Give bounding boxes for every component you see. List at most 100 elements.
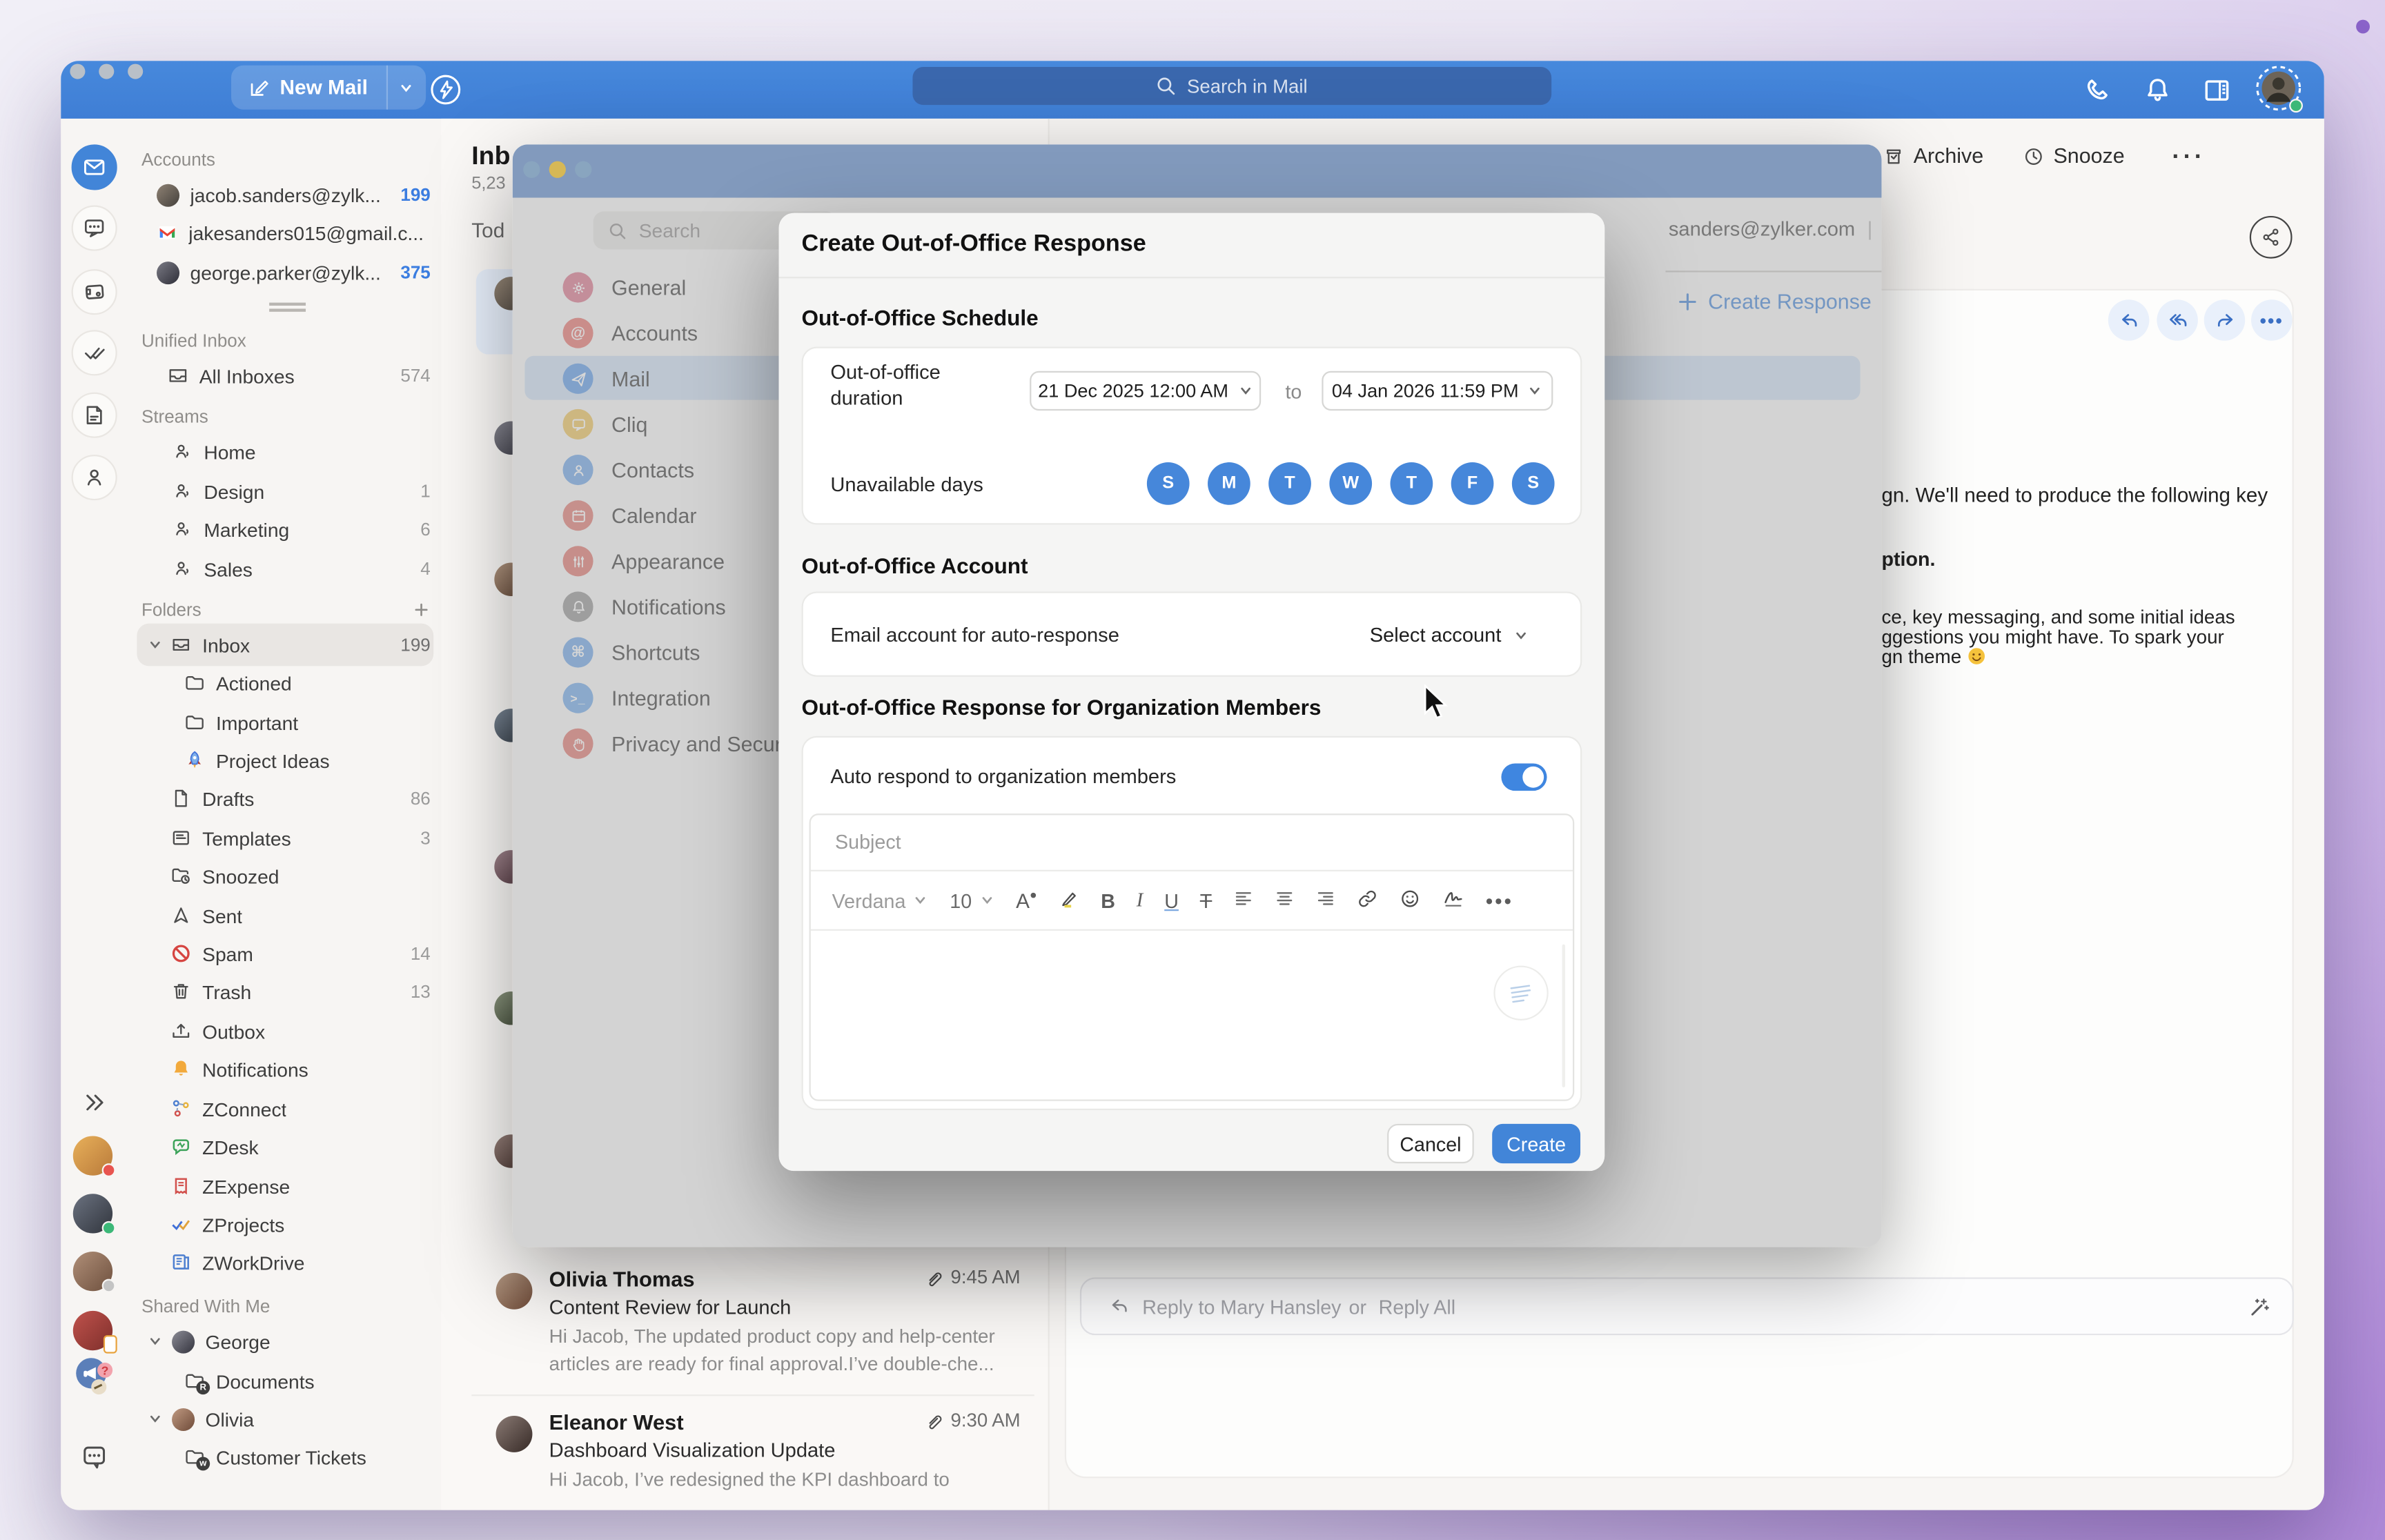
zdesk-icon bbox=[170, 1136, 192, 1157]
desktop-wallpaper: New Mail Search in Mail bbox=[0, 0, 2385, 1540]
sidebar-stream-home[interactable]: Home bbox=[134, 433, 441, 470]
zexpense-icon bbox=[170, 1176, 192, 1197]
sidebar-folder-snoozed[interactable]: Snoozed bbox=[134, 858, 441, 894]
bold-icon[interactable]: B bbox=[1101, 889, 1115, 911]
chevron-down-icon[interactable] bbox=[148, 1334, 163, 1349]
rail-mail-tab[interactable] bbox=[72, 144, 117, 190]
emoji-icon[interactable] bbox=[1399, 887, 1420, 913]
status-busy-dot bbox=[102, 1163, 116, 1177]
email-subject: Content Review for Launch bbox=[549, 1296, 792, 1319]
sidebar-folder-notifications[interactable]: Notifications bbox=[134, 1051, 441, 1087]
day-toggle-monday[interactable]: M bbox=[1208, 462, 1250, 505]
day-toggle-sunday[interactable]: S bbox=[1147, 462, 1190, 505]
sidebar-shared-george[interactable]: George bbox=[134, 1323, 441, 1360]
response-editor: Verdana 10 A● B I U T ••• bbox=[809, 813, 1575, 1101]
duration-label: Out-of-office bbox=[830, 360, 940, 383]
rail-notes-tab[interactable] bbox=[72, 393, 117, 438]
sidebar-folder-zprojects[interactable]: ZProjects bbox=[134, 1206, 441, 1243]
italic-icon[interactable]: I bbox=[1137, 888, 1144, 912]
sidebar-folder-drafts[interactable]: Drafts 86 bbox=[134, 780, 441, 817]
cancel-button[interactable]: Cancel bbox=[1387, 1124, 1474, 1163]
sidebar-resize-handle[interactable] bbox=[134, 298, 441, 316]
folders-section-label: Folders bbox=[134, 591, 441, 628]
sidebar-item-all-inboxes[interactable]: All Inboxes 574 bbox=[134, 357, 441, 394]
contact-avatar-1[interactable] bbox=[73, 1136, 112, 1175]
underline-icon[interactable]: U bbox=[1164, 889, 1179, 911]
announcements-button[interactable]: ? bbox=[73, 1356, 116, 1396]
sidebar-shared-customer-tickets[interactable]: W Customer Tickets bbox=[134, 1439, 441, 1475]
sidebar-account-gmail[interactable]: jakesanders015@gmail.c... bbox=[134, 215, 441, 251]
contact-avatar-4[interactable] bbox=[73, 1311, 112, 1350]
day-toggle-wednesday[interactable]: W bbox=[1329, 462, 1372, 505]
zconnect-icon bbox=[170, 1098, 192, 1119]
sidebar-folder-trash[interactable]: Trash 13 bbox=[134, 974, 441, 1010]
response-body-area[interactable] bbox=[811, 932, 1573, 1099]
email-list-item-olivia[interactable]: Olivia Thomas 9:45 AM Content Review for… bbox=[441, 1267, 1048, 1398]
sidebar-folder-important[interactable]: Important bbox=[134, 704, 441, 740]
add-folder-icon[interactable] bbox=[414, 602, 429, 618]
sidebar-shared-documents[interactable]: R Documents bbox=[134, 1363, 441, 1399]
highlight-icon[interactable] bbox=[1059, 887, 1080, 913]
wallet-icon bbox=[82, 280, 106, 304]
sidebar-folder-actioned[interactable]: Actioned bbox=[134, 664, 441, 701]
notification-bell-icon bbox=[170, 1058, 192, 1080]
chevron-down-icon bbox=[1513, 627, 1529, 642]
auto-respond-toggle[interactable] bbox=[1501, 763, 1547, 791]
day-toggle-thursday[interactable]: T bbox=[1391, 462, 1433, 505]
create-button[interactable]: Create bbox=[1492, 1124, 1580, 1163]
font-color-icon[interactable]: A● bbox=[1016, 888, 1037, 912]
day-toggle-friday[interactable]: F bbox=[1451, 462, 1494, 505]
accounts-section-label: Accounts bbox=[134, 141, 441, 178]
contact-avatar-2[interactable] bbox=[73, 1194, 112, 1233]
editor-scrollbar[interactable] bbox=[1562, 945, 1565, 1087]
sidebar-folder-project-ideas[interactable]: Project Ideas bbox=[134, 742, 441, 779]
rail-drive-tab[interactable] bbox=[72, 269, 117, 315]
email-list-item-eleanor[interactable]: Eleanor West 9:30 AM Dashboard Visualiza… bbox=[441, 1410, 1048, 1510]
sidebar-folder-spam[interactable]: Spam 14 bbox=[134, 936, 441, 972]
chevron-down-icon[interactable] bbox=[148, 638, 163, 653]
chevron-down-icon[interactable] bbox=[148, 1411, 163, 1426]
sender-name: Olivia Thomas bbox=[549, 1267, 695, 1291]
sidebar-folder-zworkdrive[interactable]: ZWorkDrive bbox=[134, 1244, 441, 1281]
sidebar-account-jacob[interactable]: jacob.sanders@zylk... 199 bbox=[134, 177, 441, 213]
sidebar-folder-zconnect[interactable]: ZConnect bbox=[134, 1090, 441, 1127]
sidebar-folder-templates[interactable]: Templates 3 bbox=[134, 820, 441, 856]
rail-tasks-tab[interactable] bbox=[72, 330, 117, 375]
gmail-icon bbox=[157, 222, 178, 244]
sidebar-folder-sent[interactable]: Sent bbox=[134, 897, 441, 934]
email-time: 9:30 AM bbox=[951, 1410, 1021, 1431]
subject-input[interactable] bbox=[832, 829, 1556, 854]
font-size-select[interactable]: 10 bbox=[950, 889, 994, 911]
rail-contacts-tab[interactable] bbox=[72, 455, 117, 500]
insert-link-icon[interactable] bbox=[1357, 887, 1378, 913]
align-center-icon[interactable] bbox=[1275, 888, 1295, 912]
end-datetime-dropdown[interactable]: 04 Jan 2026 11:59 PM bbox=[1322, 371, 1553, 411]
sidebar-stream-design[interactable]: Design 1 bbox=[134, 473, 441, 509]
inbox-tray-icon bbox=[167, 365, 188, 386]
sidebar-stream-marketing[interactable]: Marketing 6 bbox=[134, 511, 441, 548]
sidebar-folder-zdesk[interactable]: ZDesk bbox=[134, 1128, 441, 1165]
sidebar-account-george[interactable]: george.parker@zylk... 375 bbox=[134, 254, 441, 290]
rail-expand-button[interactable] bbox=[72, 1080, 117, 1125]
sidebar-stream-sales[interactable]: Sales 4 bbox=[134, 551, 441, 587]
signature-icon[interactable] bbox=[1442, 887, 1464, 914]
feedback-button[interactable] bbox=[72, 1434, 117, 1479]
spam-block-icon bbox=[170, 943, 192, 965]
sidebar-folder-inbox[interactable]: Inbox 199 bbox=[134, 626, 441, 663]
day-toggle-saturday[interactable]: S bbox=[1512, 462, 1555, 505]
rail-chat-tab[interactable] bbox=[72, 206, 117, 251]
sidebar-folder-zexpense[interactable]: ZExpense bbox=[134, 1168, 441, 1205]
toolbar-more-icon[interactable]: ••• bbox=[1486, 889, 1513, 911]
select-account-dropdown[interactable]: Select account bbox=[1370, 624, 1529, 646]
font-family-select[interactable]: Verdana bbox=[832, 889, 929, 911]
sidebar-folder-outbox[interactable]: Outbox bbox=[134, 1013, 441, 1049]
list-divider bbox=[471, 1394, 1034, 1396]
desktop-dot bbox=[2356, 20, 2370, 34]
start-datetime-dropdown[interactable]: 21 Dec 2025 12:00 AM bbox=[1030, 371, 1261, 411]
contact-avatar-3[interactable] bbox=[73, 1252, 112, 1291]
align-right-icon[interactable] bbox=[1315, 888, 1335, 912]
strikethrough-icon[interactable]: T bbox=[1200, 889, 1213, 911]
day-toggle-tuesday[interactable]: T bbox=[1268, 462, 1311, 505]
align-left-icon[interactable] bbox=[1233, 888, 1253, 912]
sidebar-shared-olivia[interactable]: Olivia bbox=[134, 1401, 441, 1437]
